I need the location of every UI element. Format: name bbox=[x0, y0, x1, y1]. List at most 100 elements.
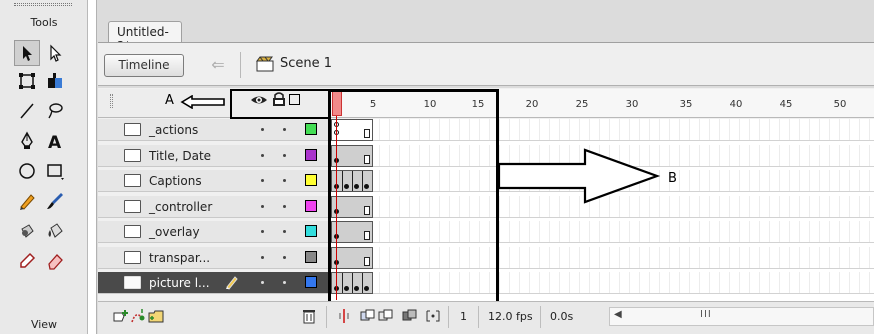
layer-name[interactable]: picture l... bbox=[149, 276, 210, 290]
timeline-toggle-button[interactable]: Timeline bbox=[104, 54, 184, 77]
lasso-icon[interactable] bbox=[42, 98, 68, 124]
layer-outline-color-swatch[interactable] bbox=[305, 148, 317, 161]
layer-outline-color-swatch[interactable] bbox=[305, 174, 317, 186]
horizontal-scrollbar[interactable] bbox=[609, 307, 874, 326]
edit-pencil-icon bbox=[226, 276, 238, 290]
svg-text:A: A bbox=[48, 133, 62, 151]
elapsed-time-readout: 0.0s bbox=[550, 310, 574, 323]
ruler-tick-label: 25 bbox=[575, 99, 589, 110]
frame-rate-readout[interactable]: 12.0 fps bbox=[488, 310, 533, 323]
layer-lock-dot[interactable] bbox=[283, 128, 286, 131]
scene-label[interactable]: Scene 1 bbox=[280, 56, 332, 71]
layer-lock-dot[interactable] bbox=[283, 153, 286, 157]
tools-title: Tools bbox=[30, 16, 58, 29]
selection-arrow-icon[interactable] bbox=[14, 40, 40, 66]
text-tool-icon[interactable]: A bbox=[42, 128, 68, 154]
layer-row[interactable]: Title, Date bbox=[98, 144, 330, 167]
layer-outline-color-swatch[interactable] bbox=[305, 250, 317, 263]
ink-bottle-icon[interactable] bbox=[14, 218, 40, 244]
insert-layer-icon[interactable] bbox=[112, 308, 128, 324]
modify-onion-markers-icon[interactable] bbox=[425, 308, 441, 324]
layer-name[interactable]: Title, Date bbox=[149, 149, 211, 163]
layer-lock-dot[interactable] bbox=[283, 204, 286, 208]
insert-layer-folder-icon[interactable] bbox=[148, 308, 164, 324]
layer-name[interactable]: transpar... bbox=[149, 251, 210, 265]
timeline-grip[interactable] bbox=[110, 94, 113, 108]
add-motion-guide-icon[interactable] bbox=[130, 308, 146, 324]
ruler-tick-label: 20 bbox=[525, 99, 539, 110]
pen-tool-icon[interactable] bbox=[14, 128, 40, 154]
bottom-separator bbox=[478, 306, 479, 328]
ruler-tick-label: 35 bbox=[679, 99, 693, 110]
annotation-header-box bbox=[230, 89, 330, 119]
scrollbar-thumb[interactable]: III bbox=[700, 309, 712, 320]
layer-outline-color-swatch[interactable] bbox=[305, 123, 317, 135]
edit-bar-separator bbox=[240, 52, 241, 78]
layer-visibility-dot[interactable] bbox=[261, 153, 264, 157]
current-frame-readout: 1 bbox=[460, 310, 467, 323]
layer-row[interactable]: _controller bbox=[98, 195, 330, 218]
back-arrow-icon[interactable]: ⇐ bbox=[208, 56, 228, 74]
layer-outline-color-swatch[interactable] bbox=[305, 199, 317, 212]
layer-visibility-dot[interactable] bbox=[261, 179, 264, 182]
layer-visibility-dot[interactable] bbox=[261, 128, 264, 131]
view-section-label: View bbox=[30, 318, 58, 331]
center-frame-icon[interactable] bbox=[336, 308, 352, 324]
layer-lock-dot[interactable] bbox=[283, 281, 286, 284]
layer-name[interactable]: _actions bbox=[149, 123, 198, 137]
delete-layer-trash-icon[interactable] bbox=[301, 308, 317, 324]
layer-row[interactable]: Captions bbox=[98, 170, 330, 192]
layer-type-icon bbox=[124, 225, 141, 238]
layer-visibility-dot[interactable] bbox=[261, 281, 264, 284]
layer-type-icon bbox=[124, 199, 141, 213]
annotation-label-a: A bbox=[165, 93, 174, 108]
layer-lock-dot[interactable] bbox=[283, 230, 286, 233]
annotation-label-b: B bbox=[668, 171, 677, 186]
layer-outline-color-swatch[interactable] bbox=[305, 225, 317, 237]
annotation-frames-box bbox=[328, 89, 499, 304]
ruler-tick-label: 40 bbox=[729, 99, 743, 110]
tools-panel: Tools A View bbox=[0, 0, 88, 334]
bottom-separator bbox=[448, 306, 449, 328]
gradient-transform-icon[interactable] bbox=[42, 68, 68, 94]
layer-type-icon bbox=[124, 250, 141, 264]
layer-row[interactable]: picture l... bbox=[98, 272, 330, 294]
line-tool-icon[interactable] bbox=[14, 98, 40, 124]
eraser-icon[interactable] bbox=[42, 248, 68, 274]
layer-type-icon bbox=[124, 174, 141, 187]
layer-lock-dot[interactable] bbox=[283, 255, 286, 259]
layer-row[interactable]: transpar... bbox=[98, 246, 330, 269]
scroll-left-arrow-icon[interactable]: ◀ bbox=[614, 309, 622, 320]
paint-bucket-icon[interactable] bbox=[42, 218, 68, 244]
layer-name[interactable]: Captions bbox=[149, 174, 202, 188]
bottom-separator bbox=[326, 306, 327, 328]
layer-visibility-dot[interactable] bbox=[261, 230, 264, 233]
panel-grip[interactable] bbox=[14, 3, 72, 6]
oval-tool-icon[interactable] bbox=[14, 158, 40, 184]
onion-skin-outlines-icon[interactable] bbox=[378, 308, 394, 324]
layer-type-icon bbox=[124, 276, 141, 289]
layer-outline-color-swatch[interactable] bbox=[305, 276, 317, 288]
document-tab[interactable]: Untitled-2* bbox=[108, 21, 182, 53]
layer-name[interactable]: _controller bbox=[149, 200, 212, 214]
pencil-tool-icon[interactable] bbox=[14, 188, 40, 214]
layer-lock-dot[interactable] bbox=[283, 179, 286, 182]
edit-multiple-frames-icon[interactable] bbox=[402, 308, 418, 324]
layer-row[interactable]: _actions bbox=[98, 119, 330, 141]
subselection-arrow-icon[interactable] bbox=[42, 40, 68, 66]
ruler-tick-label: 30 bbox=[625, 99, 639, 110]
onion-skin-icon[interactable] bbox=[360, 308, 376, 324]
free-transform-icon[interactable] bbox=[14, 68, 40, 94]
layer-name[interactable]: _overlay bbox=[149, 225, 200, 239]
layer-row[interactable]: _overlay bbox=[98, 221, 330, 243]
scene-icon bbox=[256, 56, 274, 72]
eyedropper-icon[interactable] bbox=[14, 248, 40, 274]
ruler-tick-label: 50 bbox=[833, 99, 847, 110]
layer-visibility-dot[interactable] bbox=[261, 204, 264, 208]
layer-visibility-dot[interactable] bbox=[261, 255, 264, 259]
annotation-arrow-b bbox=[497, 148, 661, 204]
rectangle-tool-icon[interactable] bbox=[42, 158, 68, 184]
ruler-tick-label: 45 bbox=[779, 99, 793, 110]
brush-tool-icon[interactable] bbox=[42, 188, 68, 214]
annotation-arrow-a bbox=[180, 95, 225, 109]
